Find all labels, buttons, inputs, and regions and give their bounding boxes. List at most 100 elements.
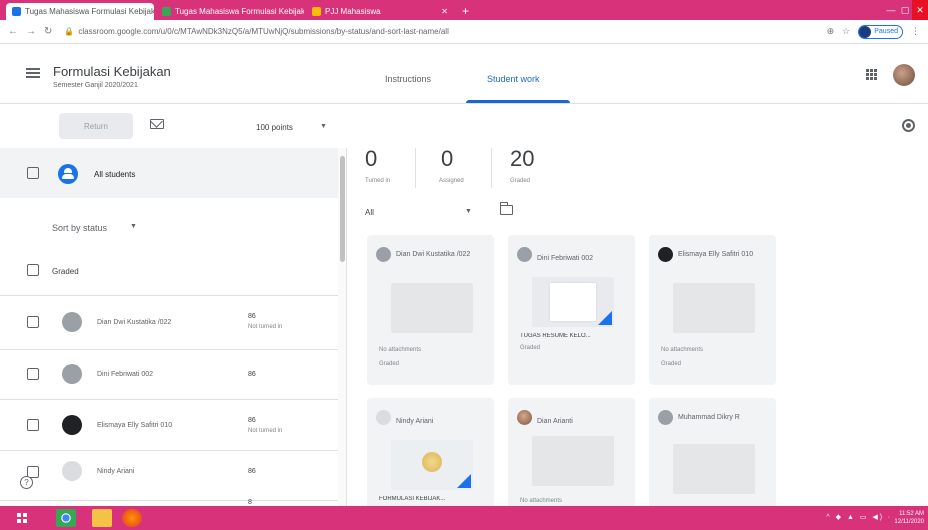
browser-tab-2[interactable]: Tugas Mahasiswa Formulasi Kebijakan ✕ <box>156 3 304 20</box>
document-thumbnail[interactable] <box>532 277 614 327</box>
submission-card[interactable]: Dian Arianti No attachments <box>508 398 635 506</box>
maximize-icon[interactable]: ▢ <box>898 0 912 20</box>
classroom-favicon-icon <box>12 7 21 16</box>
attachment-placeholder <box>673 283 755 333</box>
file-explorer-taskbar-icon[interactable] <box>92 509 112 527</box>
back-icon[interactable]: ← <box>8 26 18 37</box>
new-tab-icon[interactable]: + <box>462 3 469 20</box>
graded-label: Graded <box>510 178 531 184</box>
all-students-row[interactable]: All students <box>0 148 338 198</box>
forward-icon[interactable]: → <box>26 26 36 37</box>
menu-dots-icon[interactable]: ⋮ <box>911 26 920 37</box>
turned-in-label: Turned in <box>365 178 391 184</box>
folder-icon[interactable] <box>500 202 513 215</box>
student-grade[interactable]: 86 <box>248 417 256 424</box>
student-grade[interactable]: 86 <box>248 313 256 320</box>
all-students-checkbox[interactable] <box>27 167 39 179</box>
course-title[interactable]: Formulasi Kebijakan <box>53 64 171 79</box>
tab-student-work[interactable]: Student work <box>487 74 540 84</box>
attachment-placeholder <box>673 444 755 494</box>
chevron-down-icon[interactable]: ▼ <box>465 208 472 215</box>
submission-card[interactable]: Dian Dwi Kustatika /022 No attachments G… <box>367 235 494 385</box>
sort-dropdown[interactable]: Sort by status <box>52 223 107 233</box>
profile-button[interactable]: Paused <box>858 24 903 39</box>
student-checkbox[interactable] <box>27 316 39 328</box>
attachment-placeholder <box>532 436 614 486</box>
all-students-label: All students <box>94 170 136 179</box>
grading-toolbar: Return 100 points ▼ <box>0 104 928 148</box>
assigned-label: Assigned <box>439 178 464 184</box>
tab-instructions[interactable]: Instructions <box>385 74 431 84</box>
submission-card[interactable]: Dini Febriwati 002 TUGAS RESUME KELO... … <box>508 235 635 385</box>
chevron-down-icon[interactable]: ▼ <box>130 223 137 230</box>
minimize-icon[interactable]: — <box>884 0 898 20</box>
taskbar-clock[interactable]: 11:52 AM 12/11/2020 <box>894 510 924 526</box>
student-grade[interactable]: 8 <box>248 499 252 506</box>
hamburger-menu-icon[interactable] <box>26 68 40 78</box>
student-checkbox[interactable] <box>27 368 39 380</box>
student-name: Dian Arianti <box>537 418 573 425</box>
student-name: Dian Dwi Kustatika /022 <box>97 319 172 326</box>
attachment-note: No attachments <box>520 498 563 504</box>
filter-dropdown[interactable]: All <box>365 208 374 217</box>
student-avatar <box>658 247 673 262</box>
system-tray[interactable]: ^ ◆ ▲ ▭ ◀) ∙ <box>826 513 892 521</box>
student-row[interactable]: Elismaya Elly Safitri 010 86 Not turned … <box>0 400 338 453</box>
image-thumbnail[interactable] <box>391 440 473 490</box>
course-subtitle: Semester Ganjil 2020/2021 <box>53 82 138 89</box>
windows-start-icon[interactable] <box>17 513 27 523</box>
close-window-icon[interactable]: ✕ <box>912 0 928 20</box>
classroom-favicon-icon <box>162 7 171 16</box>
gear-icon[interactable] <box>902 119 915 132</box>
attachment-filename[interactable]: FORMULASI KEBIJAK... <box>379 496 485 502</box>
star-icon[interactable]: ☆ <box>842 26 850 37</box>
return-button[interactable]: Return <box>59 113 133 139</box>
student-grade[interactable]: 86 <box>248 468 256 475</box>
attachment-note: No attachments <box>379 347 422 353</box>
chrome-taskbar-icon[interactable] <box>56 509 76 527</box>
browser-tab-1[interactable]: Tugas Mahasiswa Formulasi Kebijakan ✕ <box>6 3 154 20</box>
classroom-header: Formulasi Kebijakan Semester Ganjil 2020… <box>0 44 928 104</box>
student-row[interactable]: Nindy Ariani 86 <box>0 451 338 504</box>
scrollbar-thumb[interactable] <box>340 156 345 262</box>
clock-time: 11:52 AM <box>899 511 924 517</box>
student-avatar <box>376 247 391 262</box>
points-dropdown[interactable]: 100 points <box>256 123 293 132</box>
chevron-down-icon[interactable]: ▼ <box>320 123 327 130</box>
student-name: Dini Febriwati 002 <box>97 371 154 378</box>
submission-card[interactable]: Muhammad Dikry R <box>649 398 776 506</box>
submission-card[interactable]: Elismaya Elly Safitri 010 No attachments… <box>649 235 776 385</box>
student-avatar <box>517 247 532 262</box>
scrollbar[interactable] <box>338 148 346 506</box>
attachment-filename[interactable]: TUGAS RESUME KELO... <box>520 333 626 339</box>
browser-tab-title: Tugas Mahasiswa Formulasi Kebijakan <box>175 7 304 16</box>
student-name: Dian Dwi Kustatika /022 <box>396 251 471 258</box>
browser-tab-strip: Tugas Mahasiswa Formulasi Kebijakan ✕ Tu… <box>0 0 928 20</box>
student-row[interactable]: Dian Dwi Kustatika /022 86 Not turned in <box>0 296 338 349</box>
divider <box>415 148 416 188</box>
submission-card[interactable]: Nindy Ariani FORMULASI KEBIJAK... <box>367 398 494 506</box>
reload-icon[interactable]: ↻ <box>44 26 52 37</box>
student-grade[interactable]: 86 <box>248 371 256 378</box>
account-avatar[interactable] <box>893 64 915 86</box>
close-tab-icon[interactable]: ✕ <box>441 7 448 16</box>
google-apps-icon[interactable] <box>866 69 877 80</box>
help-icon[interactable]: ? <box>20 476 33 489</box>
graded-section-checkbox[interactable] <box>27 264 39 276</box>
zoom-icon[interactable]: ⊕ <box>827 26 835 37</box>
student-avatar <box>517 410 532 425</box>
page-favicon-icon <box>312 7 321 16</box>
attachment-note: No attachments <box>661 347 704 353</box>
student-status: Not turned in <box>248 428 283 434</box>
student-checkbox[interactable] <box>27 419 39 431</box>
section-label-graded: Graded <box>52 267 79 276</box>
student-name: Nindy Ariani <box>396 418 434 425</box>
email-icon[interactable] <box>150 119 164 129</box>
url-field[interactable]: 🔒 classroom.google.com/u/0/c/MTAwNDk3NzQ5… <box>64 27 826 36</box>
browser-tab-3[interactable]: PJJ Mahasiswa ✕ <box>306 3 454 20</box>
firefox-taskbar-icon[interactable] <box>122 509 142 527</box>
student-row[interactable]: Dini Febriwati 002 86 <box>0 350 338 403</box>
student-avatar <box>658 410 673 425</box>
student-avatar <box>62 415 82 435</box>
student-list-panel: All students Sort by status ▼ Graded Dia… <box>0 148 347 506</box>
